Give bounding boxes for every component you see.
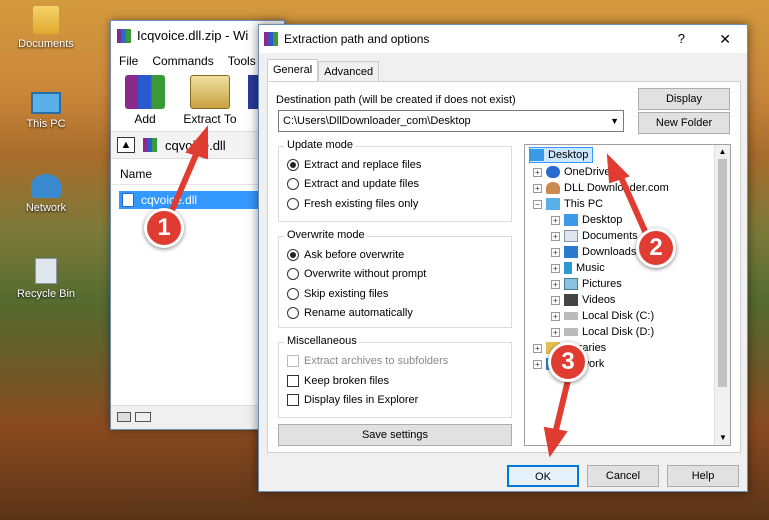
arrow-2	[606, 153, 651, 241]
callout-badge-3: 3	[548, 342, 588, 382]
callout-badge-1: 1	[144, 208, 184, 248]
arrow-3	[543, 377, 571, 458]
arrow-1	[167, 125, 208, 218]
callout-badge-2: 2	[636, 228, 676, 268]
